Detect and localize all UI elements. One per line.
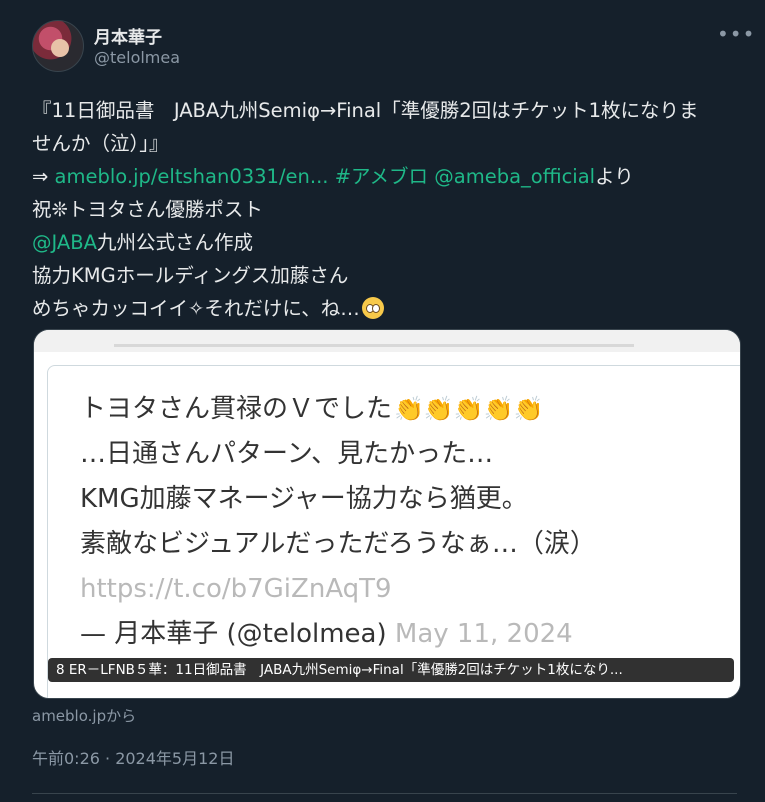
card-title-overlay: 8 ER－LFNB５華：11日御品書 JABA九州Semiφ→Final「準優勝… — [48, 658, 734, 682]
link-card[interactable]: トヨタさん貫禄のＶでした👏👏👏👏👏 …日通さんパターン、見たかった… KMG加藤… — [33, 329, 741, 699]
quote-author: — 月本華子 (@telolmea) — [80, 619, 387, 649]
hashtag-link[interactable]: #アメブロ — [335, 165, 428, 188]
arrow-text: ⇒ — [32, 165, 55, 188]
divider — [32, 793, 737, 794]
avatar-face — [51, 39, 69, 57]
tweet-text-content: めちゃカッコイイ✧それだけに、ね… — [32, 297, 360, 320]
cut-text-remnant — [114, 330, 634, 347]
tweet-text-tail: より — [595, 165, 634, 188]
card-image-top-strip — [34, 330, 740, 352]
tweet-line: せんか（泣）」』 — [32, 132, 169, 155]
quote-line: …日通さんパターン、見たかった… — [80, 439, 494, 469]
card-source[interactable]: ameblo.jpから — [32, 705, 136, 726]
author-name[interactable]: 月本華子 — [94, 23, 162, 48]
tweet-line: めちゃカッコイイ✧それだけに、ね… — [32, 292, 737, 325]
blog-link[interactable]: ameblo.jp/eltshan0331/en... — [55, 165, 329, 188]
more-options-icon[interactable]: ••• — [717, 22, 755, 46]
pleading-face-emoji-icon — [361, 297, 384, 319]
author-avatar[interactable] — [32, 20, 84, 72]
tweet-line: ⇒ ameblo.jp/eltshan0331/en... #アメブロ @ame… — [32, 160, 737, 193]
tweet-line: @JABA九州公式さん作成 — [32, 226, 737, 259]
tweet-line: 協力KMGホールディングス加藤さん — [32, 264, 349, 287]
quote-url: https://t.co/b7GiZnAqT9 — [80, 574, 392, 604]
timestamp[interactable]: 午前0:26 · 2024年5月12日 — [32, 745, 234, 769]
quote-line: トヨタさん貫禄のＶでした👏👏👏👏👏 — [80, 387, 596, 432]
quote-line: 素敵なビジュアルだっただろうなぁ…（涙） — [80, 529, 596, 559]
clapping-hands-icon: 👏👏👏👏👏 — [394, 395, 544, 423]
quote-date: May 11, 2024 — [394, 619, 573, 649]
quote-line: KMG加藤マネージャー協力なら猶更。 — [80, 484, 528, 514]
mention-link[interactable]: @JABA — [32, 231, 97, 254]
tweet-line: 『11日御品書 JABA九州Semiφ→Final「準優勝2回はチケット1枚にな… — [32, 99, 699, 122]
tweet: 月本華子 @telolmea ••• 『11日御品書 JABA九州Semiφ→F… — [0, 0, 765, 802]
mention-link[interactable]: @ameba_official — [434, 165, 595, 188]
tweet-text: 『11日御品書 JABA九州Semiφ→Final「準優勝2回はチケット1枚にな… — [32, 94, 737, 325]
quote-line-text: トヨタさん貫禄のＶでした — [80, 394, 393, 424]
author-handle[interactable]: @telolmea — [94, 48, 180, 67]
embedded-quote-text: トヨタさん貫禄のＶでした👏👏👏👏👏 …日通さんパターン、見たかった… KMG加藤… — [80, 387, 596, 657]
tweet-line: 祝❊トヨタさん優勝ポスト — [32, 198, 263, 221]
tweet-text-tail: 九州公式さん作成 — [96, 231, 253, 254]
quote-attribution: — 月本華子 (@telolmea) May 11, 2024 — [80, 612, 596, 657]
